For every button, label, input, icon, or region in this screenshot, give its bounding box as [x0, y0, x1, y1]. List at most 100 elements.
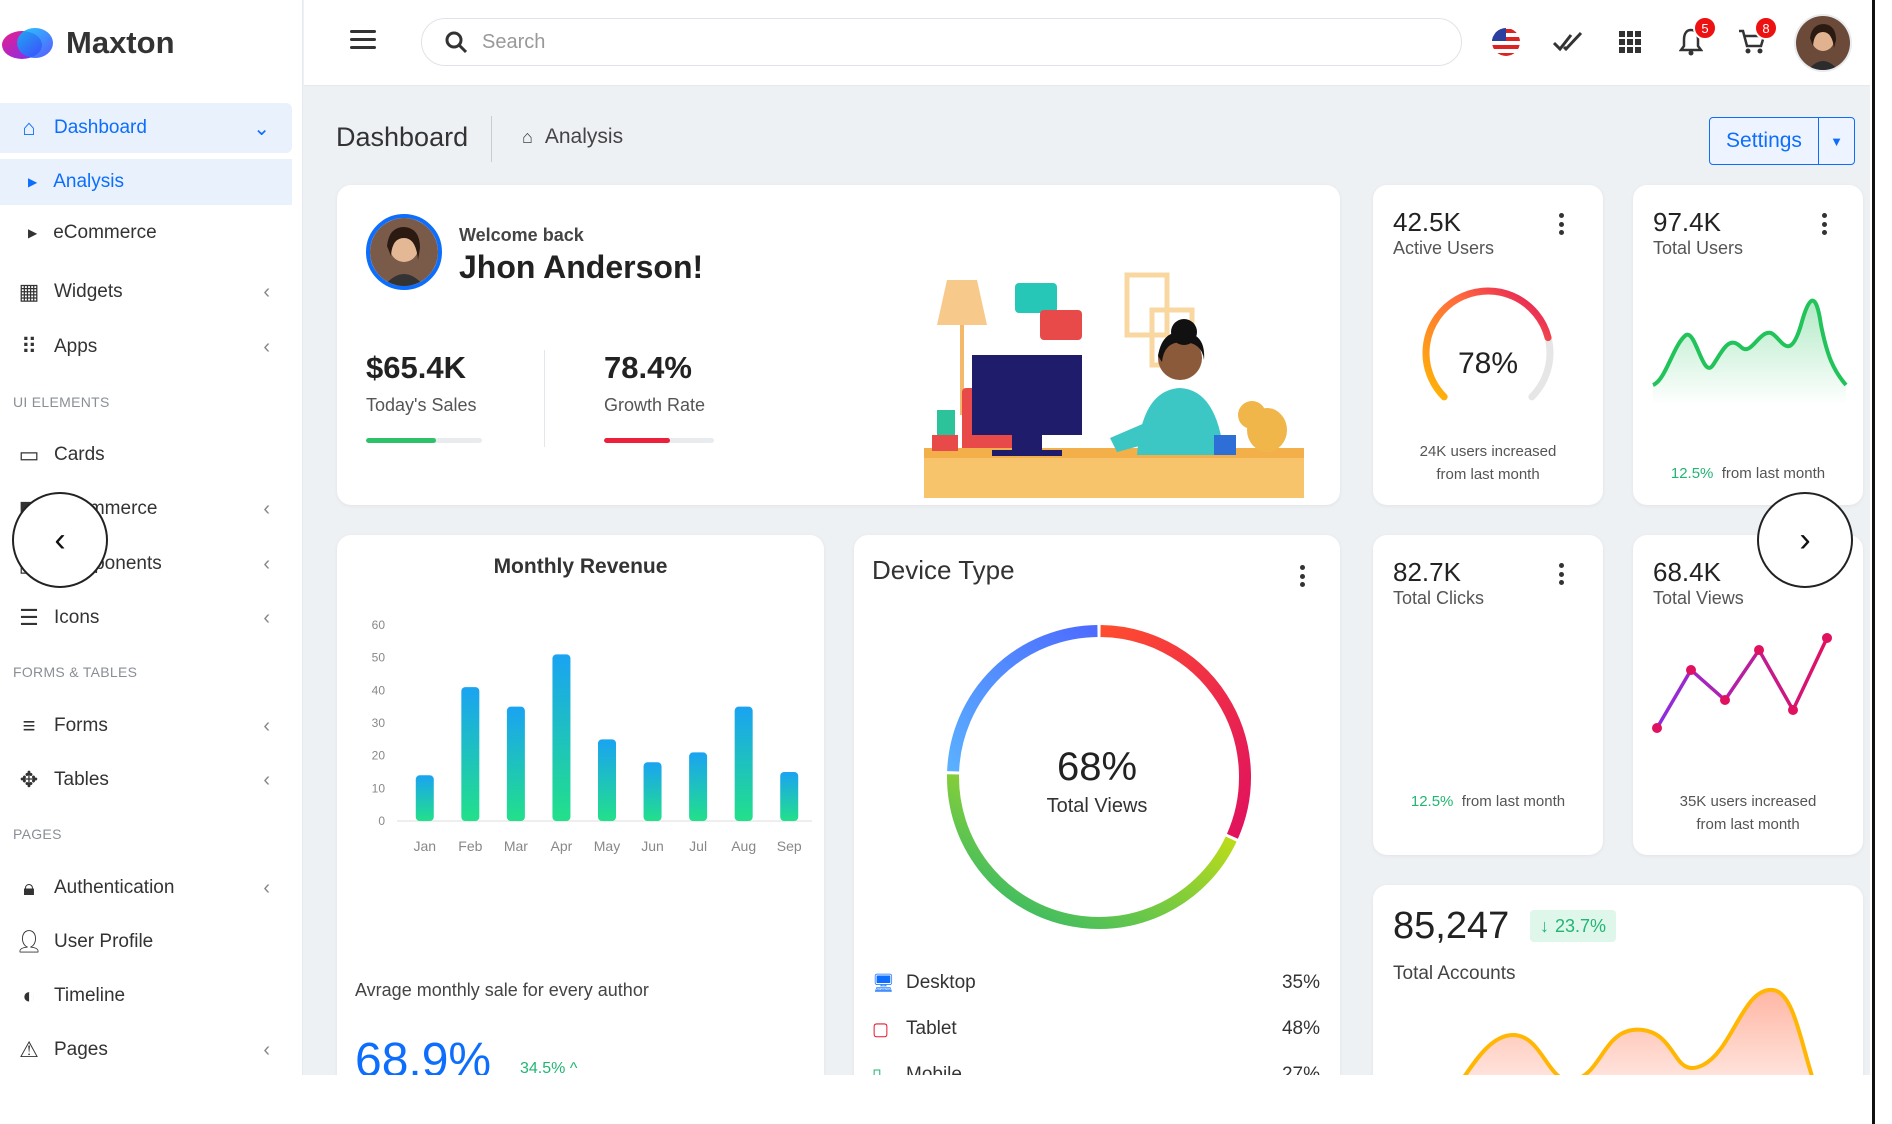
sales-value: $65.4K — [366, 350, 466, 385]
y-tick-label: 30 — [372, 716, 386, 730]
sidebar-item-timeline[interactable]: ◐ Timeline — [0, 971, 292, 1021]
total-views-value: 68.4K — [1653, 557, 1721, 587]
chevron-left-icon: ‹ — [263, 335, 270, 358]
total-accounts-label: Total Accounts — [1393, 963, 1516, 984]
total-accounts-area-chart — [1462, 987, 1814, 1075]
sidebar-item-forms[interactable]: ≡ Forms ‹ — [0, 701, 292, 751]
sidebar-subitem-ecommerce[interactable]: ▶ eCommerce — [0, 210, 292, 256]
tablet-icon: ▢ — [872, 1018, 890, 1039]
sidebar-item-user-profile[interactable]: 👤︎ User Profile — [0, 917, 292, 967]
double-check-icon[interactable] — [1550, 24, 1586, 60]
menu-toggle-icon[interactable] — [350, 30, 376, 50]
sidebar-item-icons[interactable]: ☰ Icons ‹ — [0, 593, 292, 643]
breadcrumb[interactable]: ⌂ Analysis — [522, 125, 623, 149]
notification-badge: 5 — [1693, 16, 1717, 40]
user-avatar[interactable] — [1794, 14, 1852, 72]
y-tick-label: 60 — [372, 618, 386, 632]
active-users-value: 42.5K — [1393, 207, 1461, 237]
sidebar-subitem-analysis[interactable]: ▶ Analysis — [0, 159, 292, 205]
growth-progress — [604, 438, 714, 443]
carousel-prev-button[interactable]: ‹ — [12, 492, 108, 588]
total-clicks-label: Total Clicks — [1393, 588, 1485, 608]
sidebar-item-label: Dashboard — [54, 117, 147, 138]
sidebar-item-tables[interactable]: ✥ Tables ‹ — [0, 755, 292, 805]
total-clicks-value: 82.7K — [1393, 557, 1461, 587]
total-users-sparkline — [1651, 298, 1848, 405]
sales-label: Today's Sales — [366, 395, 477, 415]
sidebar-item-dashboard[interactable]: ⌂ Dashboard ⌄ — [0, 103, 292, 153]
sidebar-item-label: Widgets — [54, 281, 123, 302]
sidebar-item-authentication[interactable]: 🔒︎ Authentication ‹ — [0, 863, 292, 913]
us-flag-icon[interactable] — [1488, 24, 1524, 60]
chevron-left-icon: ‹ — [54, 520, 66, 559]
chevron-left-icon: ‹ — [263, 606, 270, 629]
revenue-bar — [461, 687, 480, 821]
device-pct: 48% — [1281, 1018, 1320, 1039]
welcome-card: Welcome back Jhon Anderson! $65.4K Today… — [337, 185, 1340, 505]
search-icon — [445, 31, 468, 54]
sidebar-item-apps[interactable]: ⠿ Apps ‹ — [0, 322, 292, 372]
caret-right-icon: ▶ — [28, 226, 38, 240]
stat-divider — [544, 350, 545, 447]
breadcrumb-divider — [491, 116, 492, 162]
settings-button-group[interactable]: Settings ▼ — [1709, 117, 1855, 165]
revenue-bar — [734, 706, 753, 821]
apps-grid-icon[interactable] — [1612, 24, 1648, 60]
sidebar-item-cards[interactable]: ▭ Cards — [0, 430, 292, 480]
device-label: Tablet — [906, 1018, 957, 1039]
cart-icon[interactable]: 8 — [1734, 16, 1778, 60]
breadcrumb-current: Analysis — [544, 125, 624, 148]
sidebar-item-widgets[interactable]: ▦ Widgets ‹ — [0, 267, 292, 317]
device-type-card: Device Type 68% Total Views 🖥︎ Desktop 3… — [854, 535, 1340, 1075]
search-bar[interactable] — [421, 18, 1462, 66]
home-icon: ⌂ — [522, 126, 533, 147]
active-users-footer-line1: 24K users increased — [1419, 443, 1557, 460]
x-tick-label: Aug — [731, 838, 756, 854]
revenue-bar — [506, 706, 525, 821]
revenue-bar — [689, 752, 708, 821]
monitor-icon: 🖥︎ — [872, 972, 895, 993]
more-options-icon[interactable] — [1558, 213, 1564, 235]
total-accounts-card: 85,247 ↓ 23.7% Total Accounts — [1373, 885, 1863, 1075]
settings-button[interactable]: Settings — [1710, 118, 1819, 164]
x-tick-label: Jun — [641, 838, 664, 854]
more-options-icon[interactable] — [1558, 563, 1564, 585]
sidebar-item-pages[interactable]: ⚠︎ Pages ‹ — [0, 1025, 292, 1075]
revenue-bar — [598, 739, 616, 821]
monthly-revenue-title: Monthly Revenue — [493, 555, 668, 578]
revenue-bar — [643, 762, 662, 821]
x-tick-label: Feb — [458, 838, 482, 854]
chevron-down-icon: ⌄ — [253, 117, 270, 140]
active-users-label: Active Users — [1393, 238, 1495, 258]
frame-edge — [1872, 0, 1875, 1124]
more-options-icon[interactable] — [1299, 565, 1305, 587]
x-tick-label: May — [594, 838, 620, 854]
sidebar-item-label: User Profile — [54, 931, 154, 952]
sidebar-item-label: Apps — [54, 336, 98, 357]
carousel-next-button[interactable]: › — [1757, 492, 1853, 588]
chevron-left-icon: ‹ — [263, 768, 270, 791]
total-clicks-change-suffix: from last month — [1461, 793, 1566, 810]
topbar: 5 8 — [304, 0, 1870, 86]
app-logo[interactable]: Maxton — [0, 20, 175, 66]
growth-label: Growth Rate — [604, 395, 706, 415]
notification-bell-icon[interactable]: 5 — [1673, 16, 1717, 60]
chevron-left-icon: ‹ — [263, 497, 270, 520]
device-row-desktop: 🖥︎ Desktop 35% — [872, 968, 1320, 998]
home-icon: ⌂ — [22, 115, 36, 140]
sidebar-item-label: Forms — [54, 715, 108, 736]
search-input[interactable] — [482, 30, 1382, 54]
total-clicks-footer: 12.5% from last month — [1373, 790, 1603, 813]
total-users-value: 97.4K — [1653, 207, 1721, 237]
total-clicks-card: 82.7K Total Clicks 12.5% from last month — [1373, 535, 1603, 855]
section-ui-elements: UI ELEMENTS — [13, 394, 110, 410]
revenue-bar — [780, 772, 799, 821]
x-tick-label: Mar — [504, 838, 528, 854]
more-options-icon[interactable] — [1821, 213, 1827, 235]
monthly-revenue-note: Avrage monthly sale for every author — [355, 980, 649, 1000]
sidebar-item-label: eCommerce — [53, 222, 157, 243]
x-tick-label: Jan — [413, 838, 436, 854]
sidebar-item-label: Icons — [54, 607, 100, 628]
phone-icon: ▯ — [872, 1064, 882, 1076]
caret-down-icon[interactable]: ▼ — [1819, 118, 1854, 164]
